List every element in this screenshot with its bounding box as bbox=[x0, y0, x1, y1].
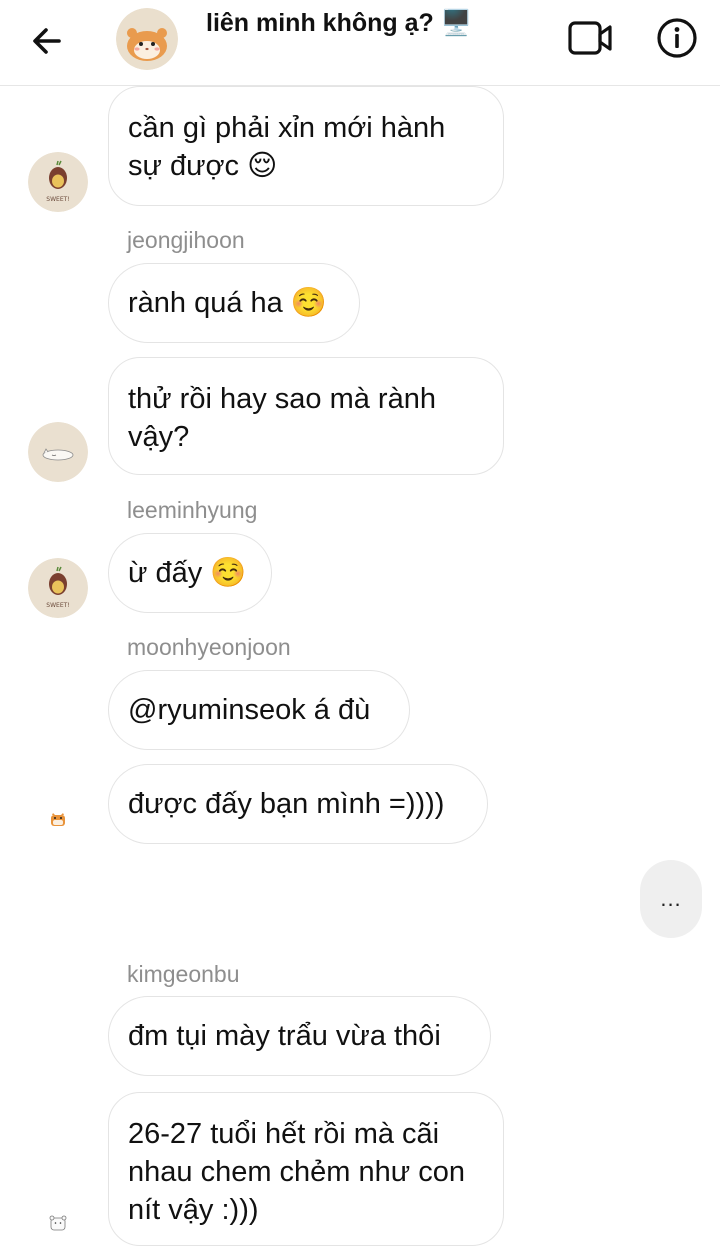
message-text: 26-27 tuổi hết rồi mà cãi nhau chem chẻm… bbox=[128, 1118, 465, 1226]
sender-name: leeminhyung bbox=[127, 497, 258, 523]
message-bubble[interactable]: 26-27 tuổi hết rồi mà cãi nhau chem chẻm… bbox=[108, 1092, 504, 1246]
info-button[interactable] bbox=[650, 13, 704, 63]
sender-avatar[interactable] bbox=[28, 1192, 88, 1252]
message-text: thử rồi hay sao mà rành vậy? bbox=[128, 383, 436, 453]
typing-indicator: ... bbox=[640, 860, 702, 938]
sleeping-cat-avatar-image bbox=[28, 422, 88, 482]
video-call-button[interactable] bbox=[562, 15, 620, 61]
arrow-left-icon bbox=[33, 28, 61, 54]
message-bubble[interactable]: ừ đấy ☺️ bbox=[108, 533, 272, 613]
message-bubble[interactable]: @ryuminseok á đù bbox=[108, 670, 410, 750]
message-bubble[interactable]: đm tụi mày trẩu vừa thôi bbox=[108, 996, 491, 1076]
message-list[interactable]: cần gì phải xỉn mới hành sự được 😌 SWEET… bbox=[0, 86, 720, 1256]
message-text: ừ đấy ☺️ bbox=[128, 557, 247, 589]
message-text: đm tụi mày trẩu vừa thôi bbox=[128, 1020, 441, 1052]
avatar-sweet-label: SWEET! bbox=[46, 602, 69, 609]
avatar-sweet-label: SWEET! bbox=[46, 196, 69, 203]
sender-avatar[interactable]: SWEET! bbox=[28, 152, 88, 212]
message-text: được đấy bạn mình =)))) bbox=[128, 788, 445, 820]
hamster-avatar-image bbox=[116, 8, 178, 70]
back-button[interactable] bbox=[22, 18, 72, 64]
tiger-avatar-image bbox=[28, 788, 88, 848]
message-bubble[interactable]: thử rồi hay sao mà rành vậy? bbox=[108, 357, 504, 475]
group-avatar[interactable] bbox=[116, 8, 178, 70]
message-text: cần gì phải xỉn mới hành sự được 😌 bbox=[128, 112, 446, 182]
sender-avatar[interactable] bbox=[28, 422, 88, 482]
message-bubble[interactable]: rành quá ha ☺️ bbox=[108, 263, 360, 343]
message-text: rành quá ha ☺️ bbox=[128, 287, 327, 319]
sender-avatar[interactable]: SWEET! bbox=[28, 558, 88, 618]
message-text: @ryuminseok á đù bbox=[128, 694, 371, 726]
chat-header: liên minh không ạ? 🖥️ bbox=[0, 0, 720, 86]
sender-name: moonhyeonjoon bbox=[127, 634, 291, 660]
bear-sketch-avatar-image bbox=[28, 1192, 88, 1252]
sender-name: kimgeonbu bbox=[127, 961, 240, 987]
message-bubble[interactable]: được đấy bạn mình =)))) bbox=[108, 764, 488, 844]
info-icon bbox=[657, 18, 697, 58]
sweet-potato-avatar-image: SWEET! bbox=[28, 558, 88, 618]
message-bubble[interactable]: cần gì phải xỉn mới hành sự được 😌 bbox=[108, 86, 504, 206]
sender-name: jeongjihoon bbox=[127, 227, 245, 253]
sweet-potato-avatar-image: SWEET! bbox=[28, 152, 88, 212]
group-title[interactable]: liên minh không ạ? 🖥️ bbox=[206, 9, 472, 38]
sender-avatar[interactable] bbox=[28, 788, 88, 848]
video-camera-icon bbox=[568, 21, 612, 55]
